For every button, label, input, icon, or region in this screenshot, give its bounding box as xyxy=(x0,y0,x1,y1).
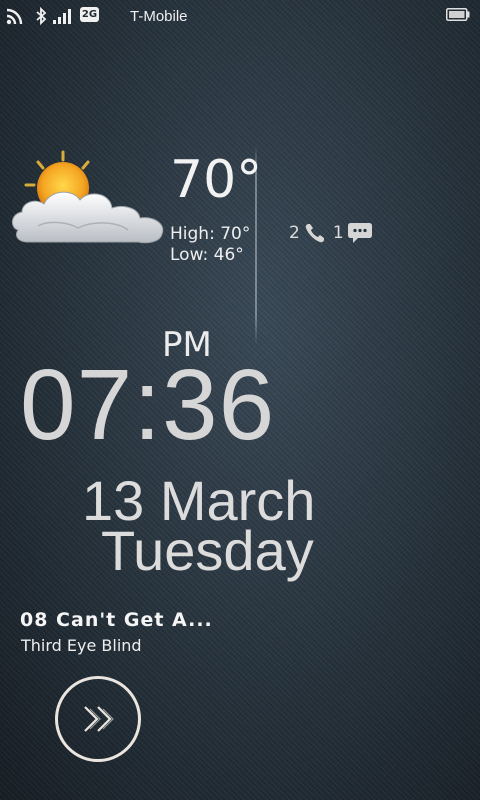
bluetooth-icon xyxy=(36,7,47,25)
widget-divider xyxy=(255,145,257,345)
wifi-icon xyxy=(6,8,23,25)
track-artist: Third Eye Blind xyxy=(21,636,142,655)
battery-icon xyxy=(446,8,470,21)
next-track-button[interactable] xyxy=(55,676,141,762)
partly-cloudy-icon xyxy=(12,150,164,244)
signal-icon xyxy=(53,9,71,24)
network-type-badge: 2G xyxy=(80,7,99,22)
clock-time: 07:36 xyxy=(20,349,276,461)
track-title: 08 Can't Get A... xyxy=(20,609,213,631)
message-icon xyxy=(347,223,372,243)
current-temperature: 70° xyxy=(170,150,263,210)
missed-calls-count: 2 xyxy=(289,223,300,243)
status-bar: 2G T-Mobile xyxy=(0,0,480,34)
clock-weekday: Tuesday xyxy=(101,519,314,582)
temperature-range: High: 70° Low: 46° xyxy=(170,224,250,266)
high-temperature: High: 70° xyxy=(170,224,251,244)
phone-icon xyxy=(305,224,324,243)
carrier-name: T-Mobile xyxy=(130,8,188,25)
low-temperature: Low: 46° xyxy=(170,245,244,265)
messages-count: 1 xyxy=(332,223,344,243)
next-track-icon xyxy=(84,706,114,732)
notification-counts[interactable]: 2 1 xyxy=(289,220,379,246)
